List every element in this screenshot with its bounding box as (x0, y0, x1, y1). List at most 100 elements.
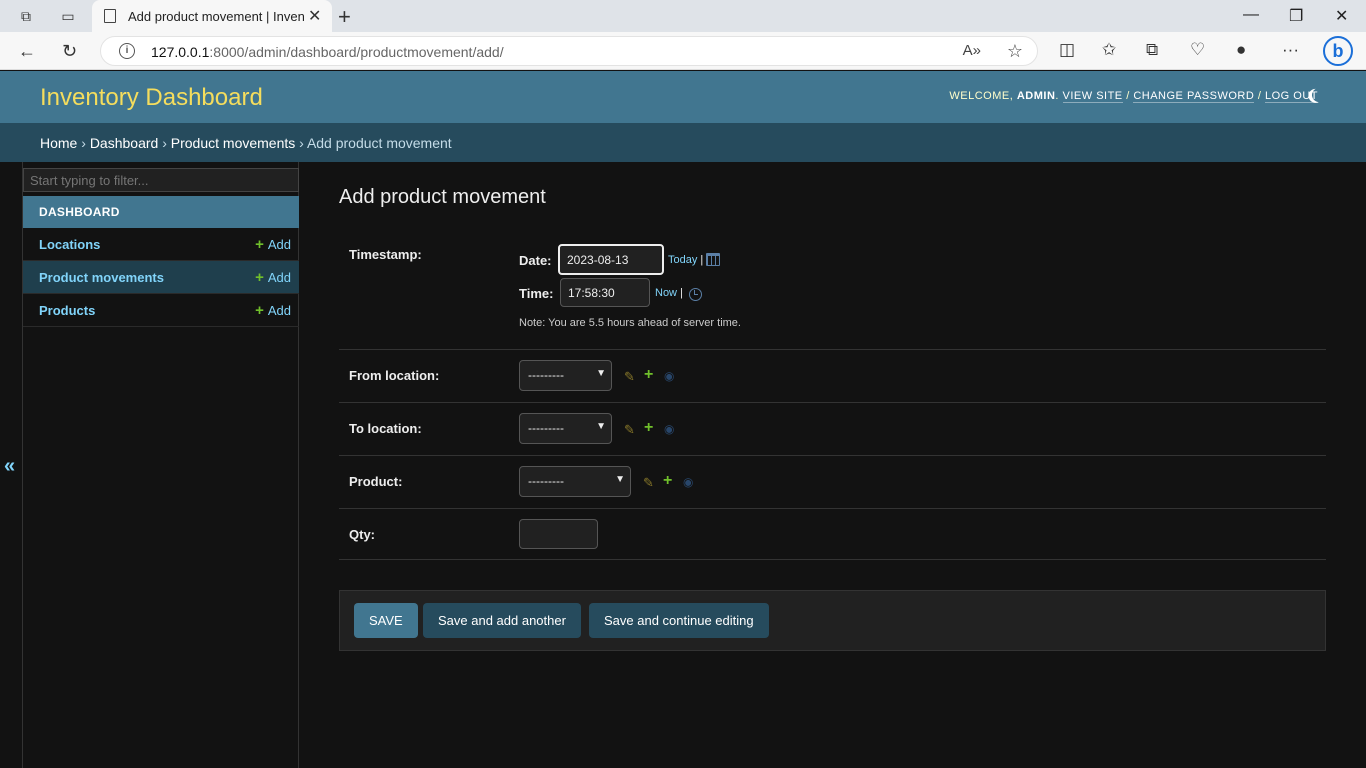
timezone-note: Note: You are 5.5 hours ahead of server … (519, 317, 741, 329)
now-link[interactable]: Now | (655, 287, 683, 299)
workspaces-icon[interactable]: ⧉ (16, 6, 36, 26)
eye-icon[interactable]: ◉ (664, 422, 674, 436)
extensions-icon[interactable]: ♡ (1190, 40, 1205, 60)
change-password-link[interactable]: CHANGE PASSWORD (1133, 90, 1255, 103)
add-product-link[interactable]: + Add (255, 302, 291, 319)
split-screen-icon[interactable]: ◫ (1059, 40, 1075, 60)
page-title: Add product movement (339, 186, 546, 208)
favorites-icon[interactable]: ✩ (1102, 40, 1116, 60)
qty-label: Qty: (349, 527, 375, 542)
breadcrumb-current: Add product movement (306, 135, 452, 151)
more-icon[interactable]: ··· (1282, 40, 1299, 60)
toggle-sidebar-button[interactable]: « (4, 455, 15, 478)
read-aloud-icon[interactable]: A» (963, 42, 981, 59)
add-label: Add (267, 237, 291, 252)
add-product-movement-link[interactable]: + Add (255, 269, 291, 286)
favorite-icon[interactable]: ☆ (1007, 41, 1023, 62)
sidebar-item-products: Products + Add (23, 294, 299, 327)
add-label: Add (267, 270, 291, 285)
app-caption-dashboard[interactable]: DASHBOARD (23, 196, 299, 228)
today-link[interactable]: Today | (668, 254, 703, 266)
sidebar-item-label[interactable]: Products (39, 303, 95, 318)
nav-filter-input[interactable] (23, 168, 299, 192)
time-input[interactable]: 17:58:30 (560, 278, 650, 307)
eye-icon[interactable]: ◉ (683, 475, 693, 489)
address-bar[interactable]: i 127.0.0.1:8000/admin/dashboard/product… (100, 36, 1038, 66)
chevron-down-icon: ▼ (615, 474, 625, 485)
product-row: Product: --------- ▼ ✎ + ◉ (339, 456, 1326, 509)
new-tab-icon[interactable]: + (338, 4, 351, 30)
minimize-icon[interactable]: — (1243, 6, 1259, 24)
eye-icon[interactable]: ◉ (664, 369, 674, 383)
add-location-link[interactable]: + Add (255, 236, 291, 253)
log-out-link[interactable]: LOG OUT (1264, 90, 1318, 103)
timestamp-row: Timestamp: Date: 2023-08-13 Today | Time… (339, 232, 1326, 350)
collections-icon[interactable]: ⧉ (1146, 40, 1158, 60)
user-tools: WELCOME, ADMIN. VIEW SITE / CHANGE PASSW… (949, 90, 1318, 103)
add-icon: + (255, 269, 264, 286)
breadcrumb-product-movements[interactable]: Product movements (171, 135, 296, 151)
sidebar-item-label[interactable]: Locations (39, 237, 100, 252)
add-icon[interactable]: + (644, 419, 653, 437)
page-icon (104, 9, 116, 23)
profile-icon[interactable]: ● (1236, 40, 1246, 60)
breadcrumb-dashboard[interactable]: Dashboard (90, 135, 159, 151)
close-tab-icon[interactable]: ✕ (308, 6, 321, 26)
to-location-label: To location: (349, 421, 422, 436)
chevron-down-icon: ▼ (596, 421, 606, 432)
from-location-select[interactable]: --------- ▼ (519, 360, 612, 391)
submit-row: SAVE Save and add another Save and conti… (339, 590, 1326, 651)
from-location-row: From location: --------- ▼ ✎ + ◉ (339, 350, 1326, 403)
now-label: Now (655, 287, 678, 299)
add-label: Add (267, 303, 291, 318)
browser-tab-bar: ⧉ ▭ Add product movement | Inventory ✕ +… (0, 0, 1366, 32)
sidebar-item-label[interactable]: Product movements (39, 270, 164, 285)
clock-icon[interactable] (689, 288, 702, 301)
timestamp-label: Timestamp: (349, 247, 422, 262)
save-button[interactable]: SAVE (354, 603, 418, 638)
to-location-select[interactable]: --------- ▼ (519, 413, 612, 444)
add-icon[interactable]: + (644, 366, 653, 384)
add-icon: + (255, 302, 264, 319)
url-path: :8000/admin/dashboard/productmovement/ad… (209, 44, 504, 60)
date-label: Date: (519, 253, 552, 268)
tab-actions-icon[interactable]: ▭ (58, 6, 78, 26)
time-label: Time: (519, 286, 554, 301)
tab-title: Add product movement | Inventory (128, 8, 304, 24)
qty-row: Qty: (339, 509, 1326, 560)
refresh-icon[interactable]: ↻ (62, 41, 77, 62)
select-value: --------- (528, 421, 564, 435)
pencil-icon[interactable]: ✎ (624, 369, 635, 385)
site-brand[interactable]: Inventory Dashboard (40, 84, 263, 112)
date-input[interactable]: 2023-08-13 (558, 244, 664, 275)
admin-header: Inventory Dashboard WELCOME, ADMIN. VIEW… (0, 71, 1366, 123)
url-text[interactable]: 127.0.0.1:8000/admin/dashboard/productmo… (151, 44, 504, 60)
save-and-continue-button[interactable]: Save and continue editing (589, 603, 769, 638)
back-icon[interactable]: ← (18, 41, 36, 62)
browser-toolbar: ← ↻ i 127.0.0.1:8000/admin/dashboard/pro… (0, 32, 1366, 70)
pencil-icon[interactable]: ✎ (624, 422, 635, 438)
product-select[interactable]: --------- ▼ (519, 466, 631, 497)
breadcrumb-home[interactable]: Home (40, 135, 77, 151)
calendar-icon[interactable] (706, 253, 720, 266)
save-and-add-another-button[interactable]: Save and add another (423, 603, 581, 638)
select-value: --------- (528, 368, 564, 382)
add-icon[interactable]: + (663, 472, 672, 490)
view-site-link[interactable]: VIEW SITE (1062, 90, 1123, 103)
pencil-icon[interactable]: ✎ (643, 475, 654, 491)
select-value: --------- (528, 474, 564, 488)
info-icon[interactable]: i (119, 43, 135, 59)
restore-icon[interactable]: ❐ (1289, 6, 1303, 26)
product-label: Product: (349, 474, 403, 489)
browser-tab[interactable]: Add product movement | Inventory ✕ (92, 0, 332, 32)
sidebar-item-locations: Locations + Add (23, 228, 299, 261)
username: ADMIN (1016, 90, 1056, 102)
qty-input[interactable] (519, 519, 598, 549)
bing-icon[interactable]: b (1323, 36, 1353, 66)
today-label: Today (668, 254, 698, 266)
close-window-icon[interactable]: ✕ (1335, 6, 1348, 26)
add-icon: + (255, 236, 264, 253)
to-location-row: To location: --------- ▼ ✎ + ◉ (339, 403, 1326, 456)
chevron-down-icon: ▼ (596, 368, 606, 379)
from-location-label: From location: (349, 368, 440, 383)
